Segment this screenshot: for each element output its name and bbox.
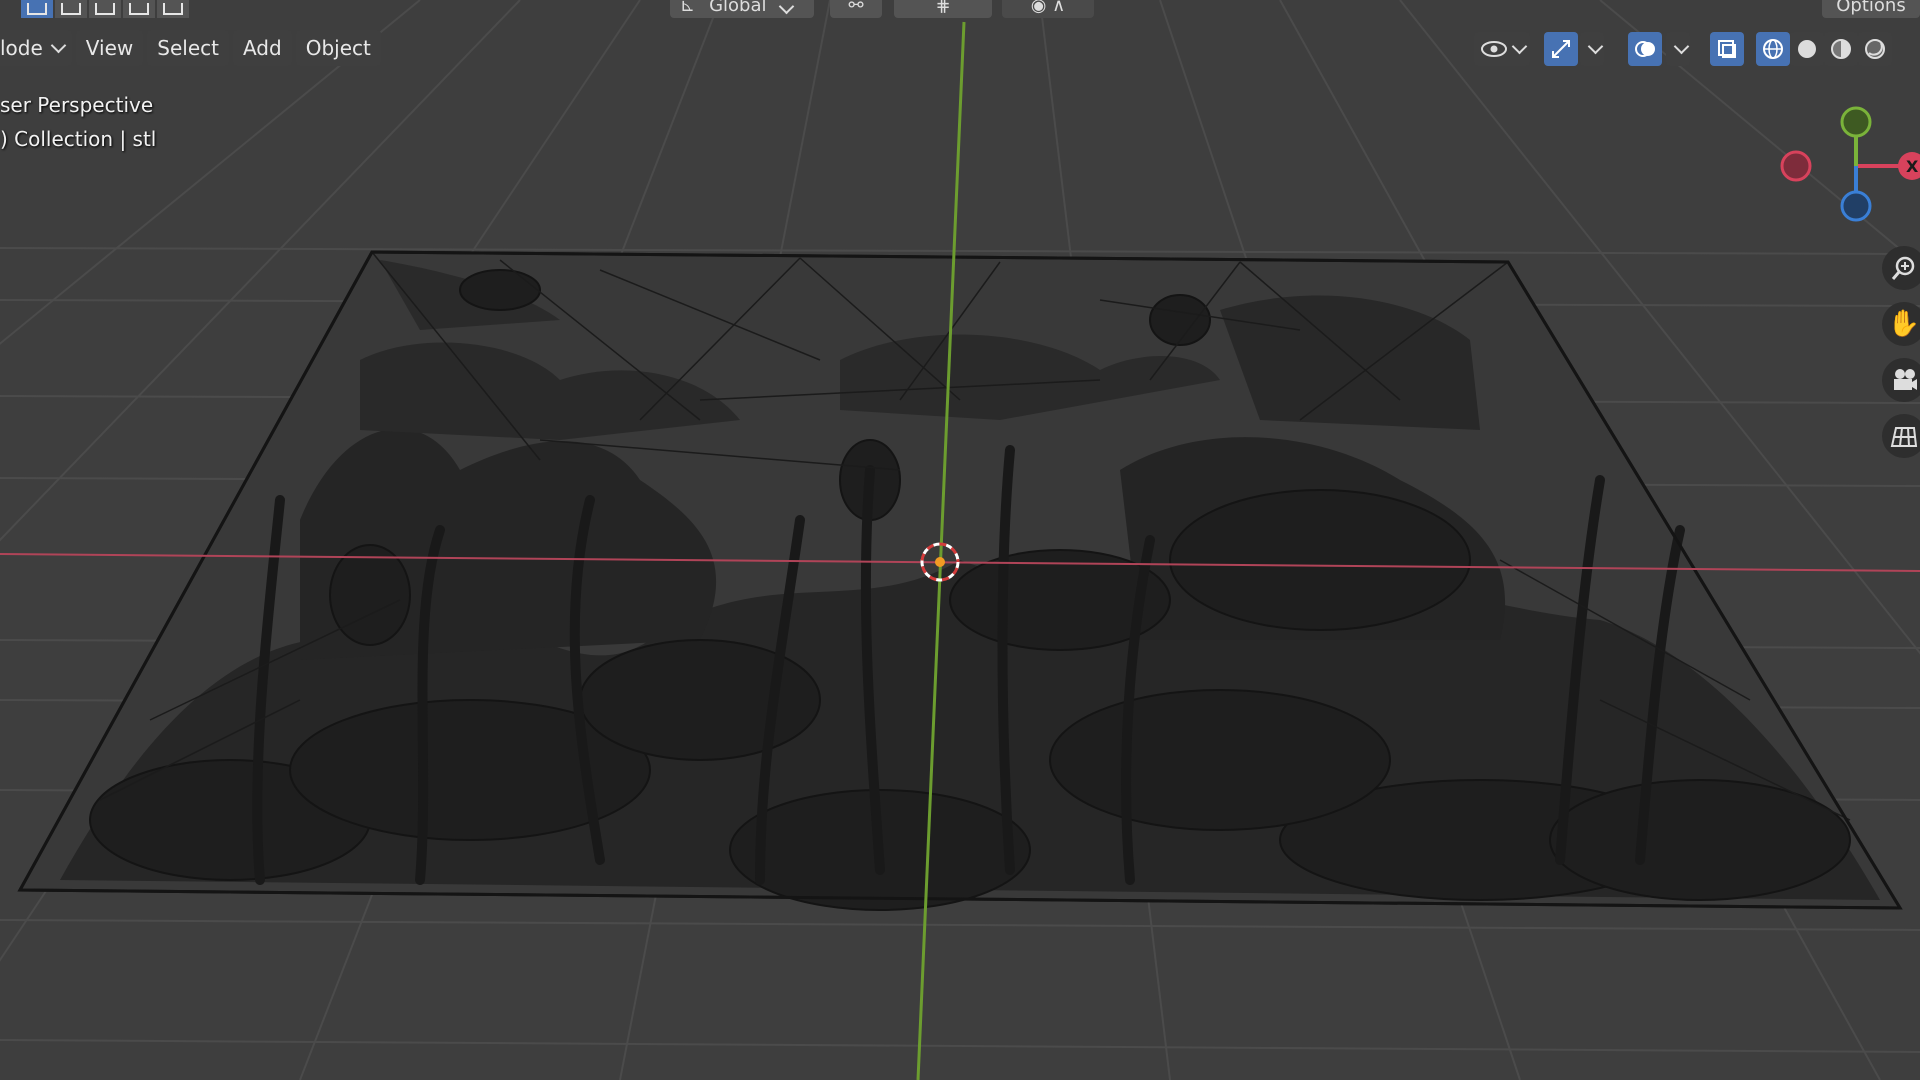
object-origin (935, 557, 945, 567)
negative-z-axis-handle[interactable] (1840, 190, 1872, 222)
viewport-header-menus: lode View Select Add Object (0, 30, 381, 66)
solid-shading-button[interactable] (1790, 32, 1824, 66)
wireframe-shading-button[interactable] (1756, 32, 1790, 66)
navigation-gizmo[interactable]: X (1780, 106, 1920, 222)
pivot-icon: ⚯ (848, 0, 864, 16)
x-axis-label: X (1906, 157, 1919, 176)
material-shading-icon (1831, 39, 1851, 59)
camera-view-button[interactable] (1882, 358, 1920, 402)
pan-hand-icon: ✋ (1887, 309, 1920, 339)
select-extend-icon[interactable] (55, 0, 87, 18)
viewport-scene[interactable]: X (0, 0, 1920, 1080)
xray-icon (1718, 40, 1736, 58)
visibility-dropdown[interactable] (1474, 32, 1530, 66)
pivot-point-dropdown[interactable]: ⚯ (830, 0, 882, 18)
mesh-object[interactable] (17, 250, 1903, 911)
menu-select[interactable]: Select (147, 30, 229, 66)
mode-dropdown[interactable]: lode (0, 30, 72, 66)
mode-label: lode (0, 36, 43, 60)
transform-orientation-dropdown[interactable]: ⊾ Global (670, 0, 814, 18)
rendered-shading-icon (1865, 39, 1885, 59)
menu-view[interactable]: View (75, 30, 144, 66)
gizmo-icon (1552, 40, 1570, 58)
collection-info-text: ) Collection | stl (0, 127, 157, 151)
chevron-down-icon (778, 0, 794, 15)
tool-header: ⊾ Global ⚯ ⋕ ◉ ∧ Options (0, 0, 1920, 22)
chevron-down-icon (1587, 38, 1603, 55)
zoom-button[interactable] (1882, 246, 1920, 290)
view-name-text: ser Perspective (0, 93, 154, 117)
zoom-icon (1891, 256, 1915, 280)
gizmo-dropdown[interactable] (1580, 32, 1604, 66)
y-axis-handle[interactable] (1840, 106, 1872, 138)
3d-viewport[interactable]: X ⊾ Global ⚯ ⋕ ◉ ∧ Options lode View Sel… (0, 0, 1920, 1080)
options-dropdown[interactable]: Options (1822, 0, 1920, 18)
menu-add[interactable]: Add (232, 30, 292, 66)
overlay-icon (1635, 41, 1655, 57)
chevron-down-icon (50, 37, 67, 54)
overlay-dropdown[interactable] (1666, 32, 1690, 66)
rendered-shading-button[interactable] (1858, 32, 1892, 66)
select-mode-buttons (16, 0, 194, 18)
gizmo-toggle[interactable] (1544, 32, 1578, 66)
chevron-down-icon (1511, 38, 1527, 55)
proportional-editing-toggle[interactable]: ◉ ∧ (1002, 0, 1094, 18)
camera-icon (1894, 369, 1917, 390)
menu-object[interactable]: Object (295, 30, 381, 66)
pan-button[interactable]: ✋ (1882, 302, 1920, 346)
visibility-icon (1480, 41, 1507, 57)
shading-mode-buttons (1756, 32, 1892, 66)
select-box-icon[interactable] (21, 0, 53, 18)
material-shading-button[interactable] (1824, 32, 1858, 66)
orientation-label: Global (709, 0, 767, 16)
ortho-grid-icon (1890, 427, 1918, 447)
select-subtract-icon[interactable] (89, 0, 121, 18)
proportional-editing-icon: ◉ ∧ (1030, 0, 1066, 16)
solid-shading-icon (1798, 40, 1816, 58)
overlay-toggle[interactable] (1628, 32, 1662, 66)
negative-x-axis-handle[interactable] (1780, 150, 1812, 182)
ortho-toggle-button[interactable] (1882, 414, 1920, 458)
orientation-icon: ⊾ (680, 0, 696, 16)
xray-toggle[interactable] (1710, 32, 1744, 66)
options-label: Options (1836, 0, 1906, 16)
viewport-info-overlay: ser Perspective ) Collection | stl (0, 88, 156, 156)
chevron-down-icon (1673, 38, 1689, 55)
snap-toggle[interactable]: ⋕ (894, 0, 992, 18)
snap-icon: ⋕ (935, 0, 951, 16)
select-invert-icon[interactable] (123, 0, 155, 18)
wireframe-shading-icon (1763, 39, 1783, 59)
select-intersect-icon[interactable] (157, 0, 189, 18)
